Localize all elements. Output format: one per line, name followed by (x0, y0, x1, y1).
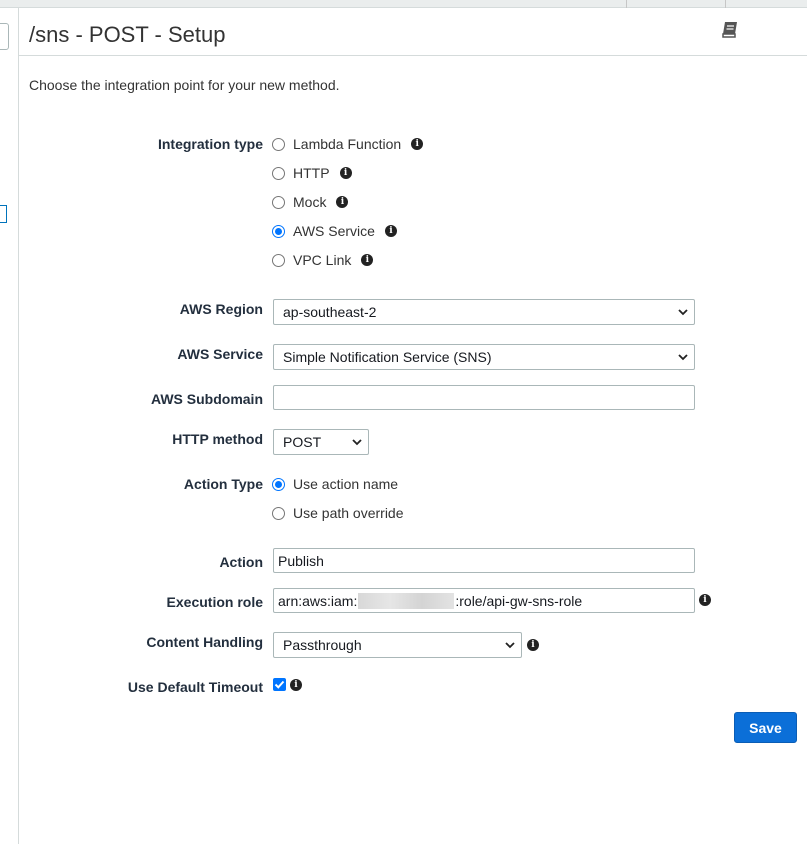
info-icon[interactable]: i (384, 225, 397, 237)
info-icon[interactable]: i (290, 679, 302, 691)
radio-lambda[interactable] (272, 137, 285, 151)
integration-option-aws-service[interactable]: AWS Service i (272, 221, 397, 241)
action-input[interactable]: Publish (273, 548, 695, 573)
aws-subdomain-input[interactable] (273, 385, 695, 410)
aws-region-select[interactable]: ap-southeast-2 (273, 299, 695, 325)
radio-mock[interactable] (272, 195, 285, 209)
action-type-label: Action Type (183, 476, 263, 492)
integration-type-label: Integration type (157, 136, 263, 152)
action-type-option-name[interactable]: Use action name (272, 474, 398, 494)
radio-vpc-link[interactable] (272, 253, 285, 267)
radio-aws-service[interactable] (272, 224, 285, 238)
content-handling-value: Passthrough (283, 637, 362, 653)
left-panel-button[interactable] (0, 23, 9, 50)
integration-option-label: AWS Service (293, 223, 375, 239)
integration-option-vpc-link[interactable]: VPC Link i (272, 250, 374, 270)
content-handling-select[interactable]: Passthrough (273, 632, 522, 658)
http-method-value: POST (283, 434, 322, 450)
aws-service-select[interactable]: Simple Notification Service (SNS) (273, 344, 695, 370)
action-type-option-label: Use path override (293, 505, 404, 521)
integration-option-lambda[interactable]: Lambda Function i (272, 134, 424, 154)
save-button[interactable]: Save (734, 712, 797, 743)
aws-service-label: AWS Service (177, 346, 263, 362)
redacted-account-id (358, 592, 455, 609)
info-icon[interactable]: i (411, 138, 424, 150)
execution-role-input[interactable]: arn:aws:iam: :role/api-gw-sns-role (273, 588, 695, 613)
integration-option-label: Mock (293, 194, 327, 210)
default-timeout-label: Use Default Timeout (127, 679, 263, 695)
checkmark-icon (274, 680, 285, 689)
chevron-down-icon (678, 309, 688, 316)
aws-region-value: ap-southeast-2 (283, 304, 377, 320)
chevron-down-icon (678, 354, 688, 361)
info-icon[interactable]: i (699, 594, 711, 606)
book-icon[interactable] (720, 20, 740, 40)
radio-use-path-override[interactable] (272, 506, 285, 520)
info-icon[interactable]: i (339, 167, 352, 179)
info-icon[interactable]: i (336, 196, 349, 208)
top-bar-divider (725, 0, 726, 8)
action-type-option-label: Use action name (293, 476, 399, 492)
top-bar (0, 0, 807, 8)
http-method-select[interactable]: POST (273, 429, 369, 455)
info-icon[interactable]: i (361, 254, 374, 266)
info-icon[interactable]: i (527, 639, 539, 651)
integration-option-label: VPC Link (293, 252, 352, 268)
aws-service-value: Simple Notification Service (SNS) (283, 349, 492, 365)
chevron-down-icon (352, 439, 362, 446)
radio-http[interactable] (272, 166, 285, 180)
chevron-down-icon (505, 642, 515, 649)
aws-subdomain-label: AWS Subdomain (151, 391, 263, 407)
page-title: /sns - POST - Setup (29, 22, 226, 47)
integration-option-mock[interactable]: Mock i (272, 192, 349, 212)
left-resource-panel (0, 8, 19, 844)
integration-option-label: HTTP (293, 165, 330, 181)
execution-role-prefix: arn:aws:iam: (278, 592, 358, 609)
content-handling-label: Content Handling (146, 634, 263, 650)
action-label: Action (219, 554, 263, 570)
execution-role-label: Execution role (166, 594, 263, 610)
left-panel-selected-item[interactable] (0, 205, 7, 223)
top-bar-divider (626, 0, 627, 8)
title-divider (19, 55, 807, 56)
integration-option-http[interactable]: HTTP i (272, 163, 352, 183)
intro-text: Choose the integration point for your ne… (29, 77, 340, 93)
integration-option-label: Lambda Function (293, 136, 402, 152)
http-method-label: HTTP method (172, 431, 263, 447)
action-type-option-path[interactable]: Use path override (272, 503, 404, 523)
radio-use-action-name[interactable] (272, 477, 285, 491)
default-timeout-checkbox[interactable] (273, 678, 286, 691)
aws-region-label: AWS Region (179, 301, 263, 317)
execution-role-suffix: :role/api-gw-sns-role (455, 592, 583, 609)
